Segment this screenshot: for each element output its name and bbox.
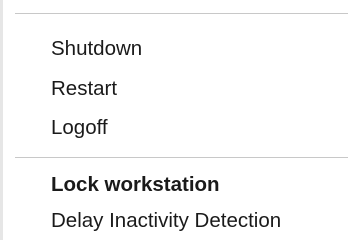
menu-separator bbox=[15, 13, 348, 14]
menu-item-restart[interactable]: Restart bbox=[4, 70, 348, 108]
menu-item-logoff[interactable]: Logoff bbox=[4, 109, 348, 147]
menu-separator bbox=[15, 157, 348, 158]
menu-item-lock-workstation[interactable]: Lock workstation bbox=[4, 166, 348, 204]
menu-left-border bbox=[0, 0, 3, 240]
context-menu: Shutdown Restart Logoff Lock workstation… bbox=[0, 0, 348, 240]
menu-item-shutdown[interactable]: Shutdown bbox=[4, 30, 348, 68]
menu-item-delay-inactivity-detection[interactable]: Delay Inactivity Detection bbox=[4, 202, 348, 240]
